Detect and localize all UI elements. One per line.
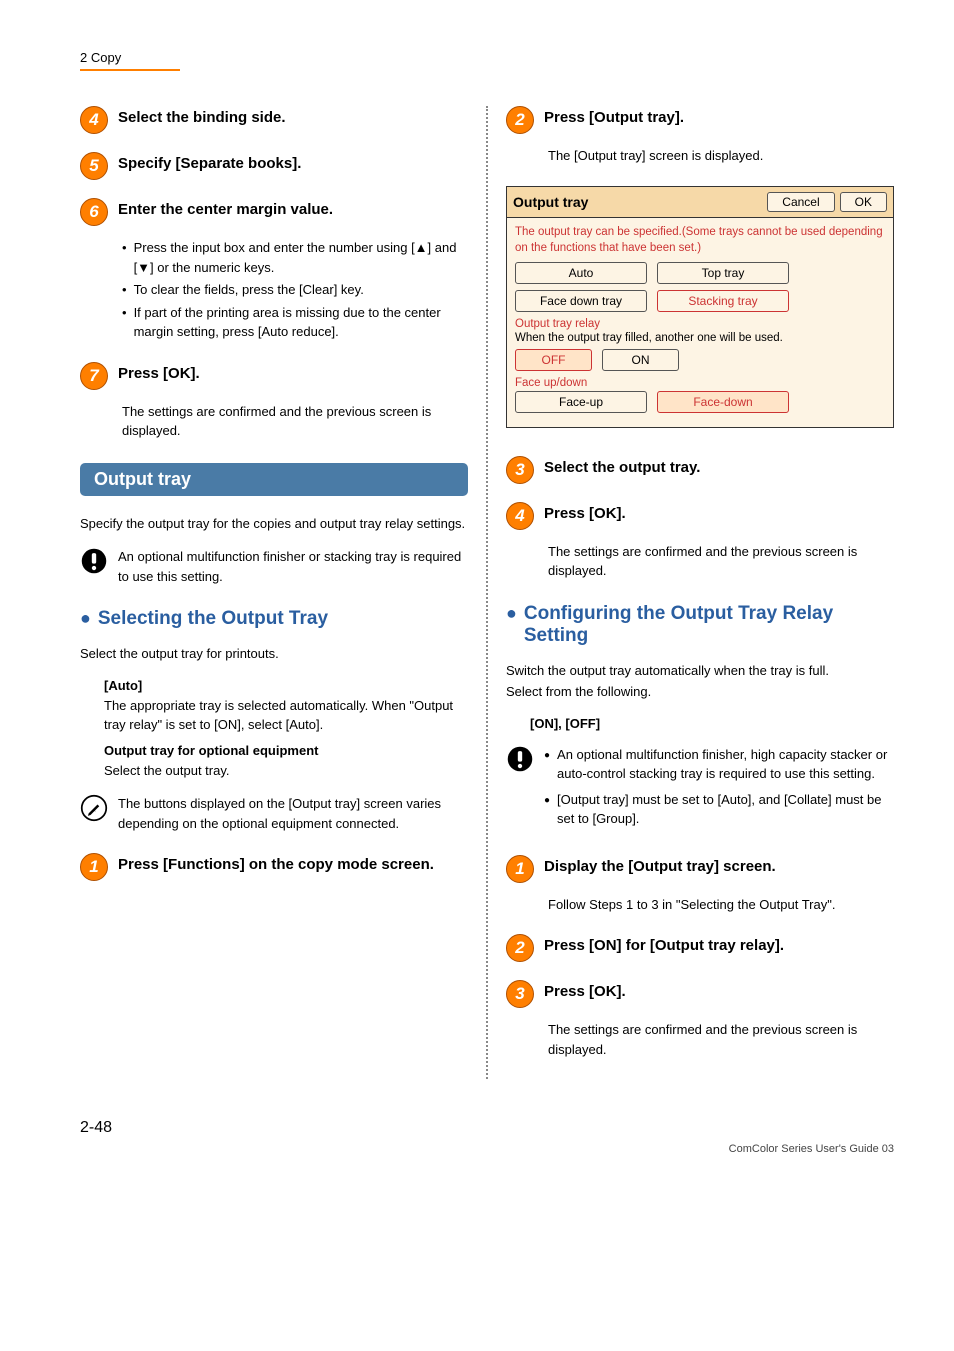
note-text: An optional multifunction finisher, high… [544,745,894,835]
options-block: [ON], [OFF] [530,716,894,731]
definition-block: [Auto] The appropriate tray is selected … [104,678,468,781]
footer-line: ComColor Series User's Guide 03 [80,1143,894,1155]
step-4: 4 Select the binding side. [80,106,468,134]
bullet-text: Press the input box and enter the number… [134,238,468,277]
section-intro: Specify the output tray for the copies a… [80,514,468,534]
bullet-text: An optional multifunction finisher, high… [557,745,894,784]
relay-message: When the output tray filled, another one… [515,332,885,344]
defn-title: Output tray for optional equipment [104,743,468,758]
sub-heading: ● Configuring the Output Tray Relay Sett… [506,603,894,647]
document-page: 2 Copy 4 Select the binding side. 5 Spec… [0,0,954,1195]
option-stacking-tray[interactable]: Stacking tray [657,290,789,312]
option-on[interactable]: ON [602,349,679,371]
dialog-message: The output tray can be specified.(Some t… [515,224,885,256]
bullet-icon: ● [80,608,91,629]
step-number-icon: 6 [80,198,108,226]
step-title: Select the output tray. [544,456,700,476]
step-number-icon: 4 [80,106,108,134]
sub-intro: Select the output tray for printouts. [80,644,468,664]
step-6-body: Press the input box and enter the number… [122,238,468,342]
step-1: 1 Press [Functions] on the copy mode scr… [80,853,468,881]
sub-intro: Select from the following. [506,682,894,702]
bullet-text: To clear the fields, press the [Clear] k… [134,280,364,300]
step-number-icon: 3 [506,980,534,1008]
step-title: Specify [Separate books]. [118,152,301,172]
note-text: The buttons displayed on the [Output tra… [118,794,468,833]
step-number-icon: 1 [506,855,534,883]
dialog-body: The output tray can be specified.(Some t… [507,218,893,427]
two-column-layout: 4 Select the binding side. 5 Specify [Se… [80,106,894,1079]
defn-title: [Auto] [104,678,468,693]
step-2b: 2 Press [ON] for [Output tray relay]. [506,934,894,962]
step-number-icon: 4 [506,502,534,530]
step-title: Press [ON] for [Output tray relay]. [544,934,784,954]
exclamation-icon [80,547,108,575]
defn-body: Select the output tray. [104,761,468,781]
svg-text:A: A [93,808,96,813]
sub-heading-text: Configuring the Output Tray Relay Settin… [524,603,894,647]
pencil-icon: A [80,794,108,822]
option-face-up[interactable]: Face-up [515,391,647,413]
step-2-body: The [Output tray] screen is displayed. [548,146,894,166]
right-column: 2 Press [Output tray]. The [Output tray]… [488,106,894,1079]
header-rule [80,69,180,71]
face-label: Face up/down [515,377,885,389]
step-number-icon: 7 [80,362,108,390]
relay-label: Output tray relay [515,318,885,330]
step-4r-body: The settings are confirmed and the previ… [548,542,894,581]
step-number-icon: 1 [80,853,108,881]
step-7: 7 Press [OK]. [80,362,468,390]
step-title: Press [Output tray]. [544,106,684,126]
section-heading: Output tray [80,463,468,496]
breadcrumb: 2 Copy [80,50,894,65]
step-1b-body: Follow Steps 1 to 3 in "Selecting the Ou… [548,895,894,915]
dialog-title: Output tray [513,194,762,210]
step-1b: 1 Display the [Output tray] screen. [506,855,894,883]
step-4r: 4 Press [OK]. [506,502,894,530]
page-number: 2-48 [80,1119,894,1137]
bullet-text: If part of the printing area is missing … [134,303,468,342]
step-3b: 3 Press [OK]. [506,980,894,1008]
step-5: 5 Specify [Separate books]. [80,152,468,180]
step-title: Press [OK]. [544,980,626,1000]
tip-note: A The buttons displayed on the [Output t… [80,794,468,833]
options-text: [ON], [OFF] [530,716,894,731]
bullet-icon: ● [506,603,517,624]
option-face-down-tray[interactable]: Face down tray [515,290,647,312]
step-number-icon: 5 [80,152,108,180]
dialog-header: Output tray Cancel OK [507,187,893,218]
step-title: Enter the center margin value. [118,198,333,218]
step-title: Press [OK]. [544,502,626,522]
ok-button[interactable]: OK [840,192,887,212]
step-number-icon: 2 [506,106,534,134]
step-title: Select the binding side. [118,106,286,126]
output-tray-screenshot: Output tray Cancel OK The output tray ca… [506,186,894,428]
important-note: An optional multifunction finisher or st… [80,547,468,586]
option-top-tray[interactable]: Top tray [657,262,789,284]
note-text: An optional multifunction finisher or st… [118,547,468,586]
option-face-down[interactable]: Face-down [657,391,789,413]
step-title: Display the [Output tray] screen. [544,855,776,875]
exclamation-icon [506,745,534,773]
sub-heading: ● Selecting the Output Tray [80,608,468,630]
cancel-button[interactable]: Cancel [767,192,834,212]
option-off[interactable]: OFF [515,349,592,371]
left-column: 4 Select the binding side. 5 Specify [Se… [80,106,488,1079]
step-2: 2 Press [Output tray]. [506,106,894,134]
bullet-text: [Output tray] must be set to [Auto], and… [557,790,894,829]
step-3: 3 Select the output tray. [506,456,894,484]
step-title: Press [Functions] on the copy mode scree… [118,853,434,873]
step-6: 6 Enter the center margin value. [80,198,468,226]
step-title: Press [OK]. [118,362,200,382]
step-7-body: The settings are confirmed and the previ… [122,402,468,441]
defn-body: The appropriate tray is selected automat… [104,696,468,735]
step-number-icon: 2 [506,934,534,962]
step-3b-body: The settings are confirmed and the previ… [548,1020,894,1059]
sub-intro: Switch the output tray automatically whe… [506,661,894,681]
step-number-icon: 3 [506,456,534,484]
important-note: An optional multifunction finisher, high… [506,745,894,835]
sub-heading-text: Selecting the Output Tray [98,608,328,630]
option-auto[interactable]: Auto [515,262,647,284]
